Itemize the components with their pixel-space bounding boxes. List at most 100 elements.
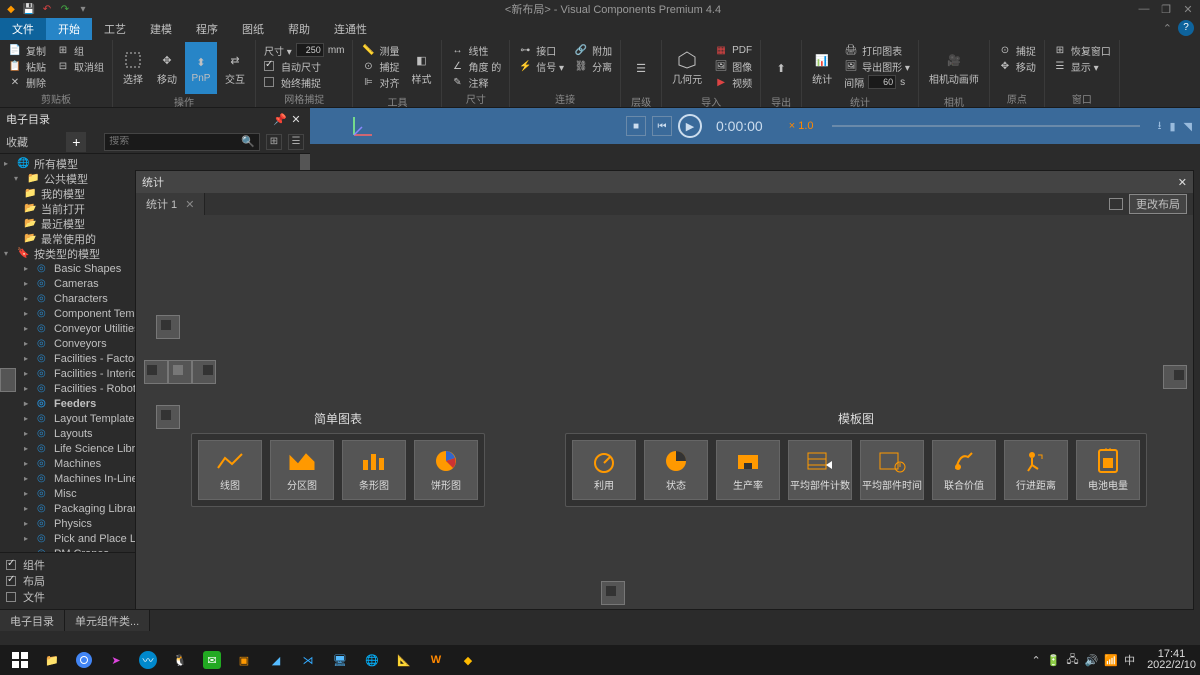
help-icon[interactable]: ? (1178, 20, 1194, 36)
vscode-icon[interactable]: ⋊ (292, 645, 324, 675)
filter-file-check[interactable] (6, 592, 16, 602)
show-button[interactable]: ☰显示 ▾ (1049, 58, 1115, 74)
stats-screen-icon[interactable] (1109, 198, 1123, 210)
chart-card[interactable]: 条形图 (342, 440, 406, 500)
collapse-ribbon-icon[interactable]: ⌃ (1163, 22, 1172, 35)
dingtalk-icon[interactable]: 〰 (132, 645, 164, 675)
redo-icon[interactable]: ↷ (58, 2, 72, 16)
pnp-button[interactable]: ⬍PnP (185, 42, 217, 94)
grid-size-row[interactable]: 尺寸 ▾250mm (260, 42, 348, 58)
tab-help[interactable]: 帮助 (276, 18, 322, 40)
bottom-tab-ecatalog[interactable]: 电子目录 (0, 610, 65, 631)
delete-button[interactable]: ✕删除 (4, 74, 50, 90)
origin-move-button[interactable]: ✥移动 (994, 58, 1040, 74)
chart-card[interactable]: 线图 (198, 440, 262, 500)
vm-icon[interactable]: ▣ (228, 645, 260, 675)
select-button[interactable]: 选择 (117, 42, 149, 94)
import-video-button[interactable]: ▶视频 (710, 74, 756, 90)
maximize-button[interactable]: ❐ (1158, 3, 1174, 16)
tab-craft[interactable]: 工艺 (92, 18, 138, 40)
search-input[interactable]: 🔍 (104, 133, 260, 151)
import-pdf-button[interactable]: ▦PDF (710, 42, 756, 58)
tab-program[interactable]: 程序 (184, 18, 230, 40)
system-tray[interactable]: ⌃ 🔋 🖧 🔊 📶 中 17:41 2022/2/10 (1031, 649, 1196, 671)
interface-button[interactable]: ⊶接口 (514, 42, 568, 58)
bottom-tab-unit[interactable]: 单元组件类... (65, 610, 150, 631)
chrome-icon[interactable] (68, 645, 100, 675)
timeline-export-icon[interactable]: ⭳ (1158, 117, 1162, 136)
list-view-button[interactable]: ☰ (288, 134, 304, 150)
chart-card[interactable]: 饼形图 (414, 440, 478, 500)
dock-handle[interactable] (192, 360, 216, 384)
template-card[interactable]: 平均部件计数 (788, 440, 852, 500)
chart-card[interactable]: 分区图 (270, 440, 334, 500)
undo-icon[interactable]: ↶ (40, 2, 54, 16)
matlab-icon[interactable]: 📐 (388, 645, 420, 675)
tray-chevron-icon[interactable]: ⌃ (1031, 654, 1040, 667)
attach-button[interactable]: 🔗附加 (570, 42, 616, 58)
timeline-rec-icon[interactable]: ◥ (1184, 120, 1192, 133)
taskbar-clock[interactable]: 17:41 2022/2/10 (1147, 649, 1196, 671)
tab-model[interactable]: 建模 (138, 18, 184, 40)
detach-button[interactable]: ⛓分离 (570, 58, 616, 74)
export-image-button[interactable]: 🖼导出图形 ▾ (840, 58, 914, 74)
tray-battery-icon[interactable]: 🔋 (1047, 654, 1061, 667)
tab-start[interactable]: 开始 (46, 18, 92, 40)
close-button[interactable]: ✕ (1180, 3, 1196, 16)
origin-capture-button[interactable]: ⊙捕捉 (994, 42, 1040, 58)
filter-component-check[interactable] (6, 560, 16, 570)
style-button[interactable]: ◧样式 (405, 42, 437, 94)
dock-handle[interactable] (144, 360, 168, 384)
template-card[interactable]: 联合价值 (932, 440, 996, 500)
sim-play-button[interactable]: ▶ (678, 114, 702, 138)
dock-handle-bottom[interactable] (601, 581, 625, 605)
stats-tab-1[interactable]: 统计 1✕ (136, 193, 205, 215)
close-panel-icon[interactable]: ✕ (288, 113, 304, 126)
ungroup-button[interactable]: ⊟取消组 (52, 58, 108, 74)
save-icon[interactable]: 💾 (22, 2, 36, 16)
pin-icon[interactable]: 📌 (272, 113, 288, 126)
interact-button[interactable]: ⇄交互 (219, 42, 251, 94)
search-icon[interactable]: 🔍 (241, 135, 255, 148)
sim-speed[interactable]: × 1.0 (789, 120, 814, 132)
measure-button[interactable]: 📏测量 (357, 42, 403, 58)
wechat-icon[interactable]: ✉ (196, 645, 228, 675)
print-chart-button[interactable]: 🖨打印图表 (840, 42, 914, 58)
camera-animator-button[interactable]: 🎥相机动画师 (923, 42, 985, 94)
timeline-camera-icon[interactable]: ▮ (1169, 120, 1175, 133)
tray-ime-icon[interactable]: 中 (1124, 652, 1135, 668)
qat-dropdown-icon[interactable]: ▾ (76, 2, 90, 16)
interval-row[interactable]: 间隔60s (840, 74, 914, 90)
paste-button[interactable]: 📋粘贴 (4, 58, 50, 74)
tray-wifi-icon[interactable]: 📶 (1104, 654, 1118, 667)
move-button[interactable]: ✥移动 (151, 42, 183, 94)
qq-icon[interactable]: 🐧 (164, 645, 196, 675)
dock-handle[interactable] (156, 405, 180, 429)
change-layout-button[interactable]: 更改布局 (1129, 194, 1187, 214)
copy-button[interactable]: 📄复制 (4, 42, 50, 58)
always-snap-check[interactable]: 始终捕捉 (260, 74, 348, 90)
start-menu-icon[interactable] (4, 645, 36, 675)
capture-button[interactable]: ⊙捕捉 (357, 58, 403, 74)
angle-button[interactable]: ∠角度 的 (446, 58, 505, 74)
template-card[interactable]: 利用 (572, 440, 636, 500)
dock-handle[interactable] (156, 315, 180, 339)
tab-connect[interactable]: 连通性 (322, 18, 379, 40)
add-favorite-button[interactable]: + (66, 132, 86, 152)
stats-tab-close-icon[interactable]: ✕ (185, 198, 194, 211)
stats-button[interactable]: 📊统计 (806, 42, 838, 94)
wireshark-icon[interactable]: ◢ (260, 645, 292, 675)
auto-size-check[interactable]: 自动尺寸 (260, 58, 348, 74)
annotation-button[interactable]: ✎注释 (446, 74, 505, 90)
search-field[interactable] (109, 136, 241, 147)
tab-file[interactable]: 文件 (0, 18, 46, 40)
vc-app-icon[interactable]: ◆ (452, 645, 484, 675)
dock-handle-center[interactable] (168, 360, 192, 384)
dock-handle-right[interactable] (1163, 365, 1187, 389)
minimize-button[interactable]: — (1136, 3, 1152, 16)
export-button[interactable]: ⬆ (765, 42, 797, 94)
template-card[interactable]: 平均部件时间 (860, 440, 924, 500)
w-app-icon[interactable]: W (420, 645, 452, 675)
linear-button[interactable]: ↔线性 (446, 42, 505, 58)
import-image-button[interactable]: 🖼图像 (710, 58, 756, 74)
